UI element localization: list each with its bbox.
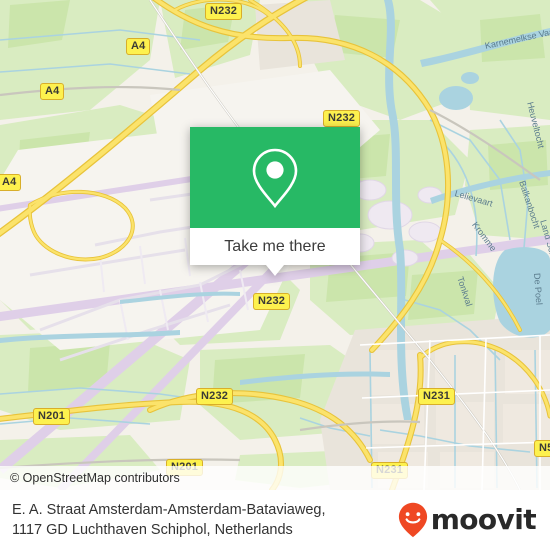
footer-bar: E. A. Straat Amsterdam-Amsterdam-Batavia… — [0, 490, 550, 550]
road-shield: N52 — [534, 440, 550, 457]
moovit-pin-icon — [398, 502, 427, 538]
popup-header — [190, 127, 360, 228]
road-shield: A4 — [0, 174, 22, 191]
popup-action-bar[interactable]: Take me there — [190, 228, 360, 265]
moovit-logo[interactable]: moovit — [398, 502, 537, 538]
road-shield: A4 — [126, 38, 151, 55]
road-shield: N232 — [205, 3, 243, 20]
road-shield: N232 — [323, 110, 361, 127]
address-line-1: E. A. Straat Amsterdam-Amsterdam-Batavia… — [12, 502, 326, 518]
moovit-wordmark: moovit — [430, 503, 537, 536]
popup-pointer-tail — [266, 265, 284, 276]
road-shield: N231 — [418, 388, 456, 405]
openstreetmap-attribution-text: © OpenStreetMap contributors — [10, 471, 180, 485]
road-shield: N232 — [196, 388, 234, 405]
map-attribution-bar: © OpenStreetMap contributors — [0, 466, 550, 490]
road-shield: A4 — [40, 83, 65, 100]
road-shield: N201 — [33, 408, 71, 425]
location-popup-card[interactable]: Take me there — [190, 127, 360, 276]
map-pin-icon — [252, 148, 298, 208]
road-shield: N232 — [253, 293, 291, 310]
map-canvas[interactable]: N232 A4 A4 N232 A4 N232 N232 N201 N231 N… — [0, 0, 550, 490]
address-block: E. A. Straat Amsterdam-Amsterdam-Batavia… — [12, 500, 325, 540]
take-me-there-label: Take me there — [224, 237, 326, 255]
address-line-2: 1117 GD Luchthaven Schiphol, Netherlands — [12, 522, 293, 538]
map-page: N232 A4 A4 N232 A4 N232 N232 N201 N231 N… — [0, 0, 550, 550]
